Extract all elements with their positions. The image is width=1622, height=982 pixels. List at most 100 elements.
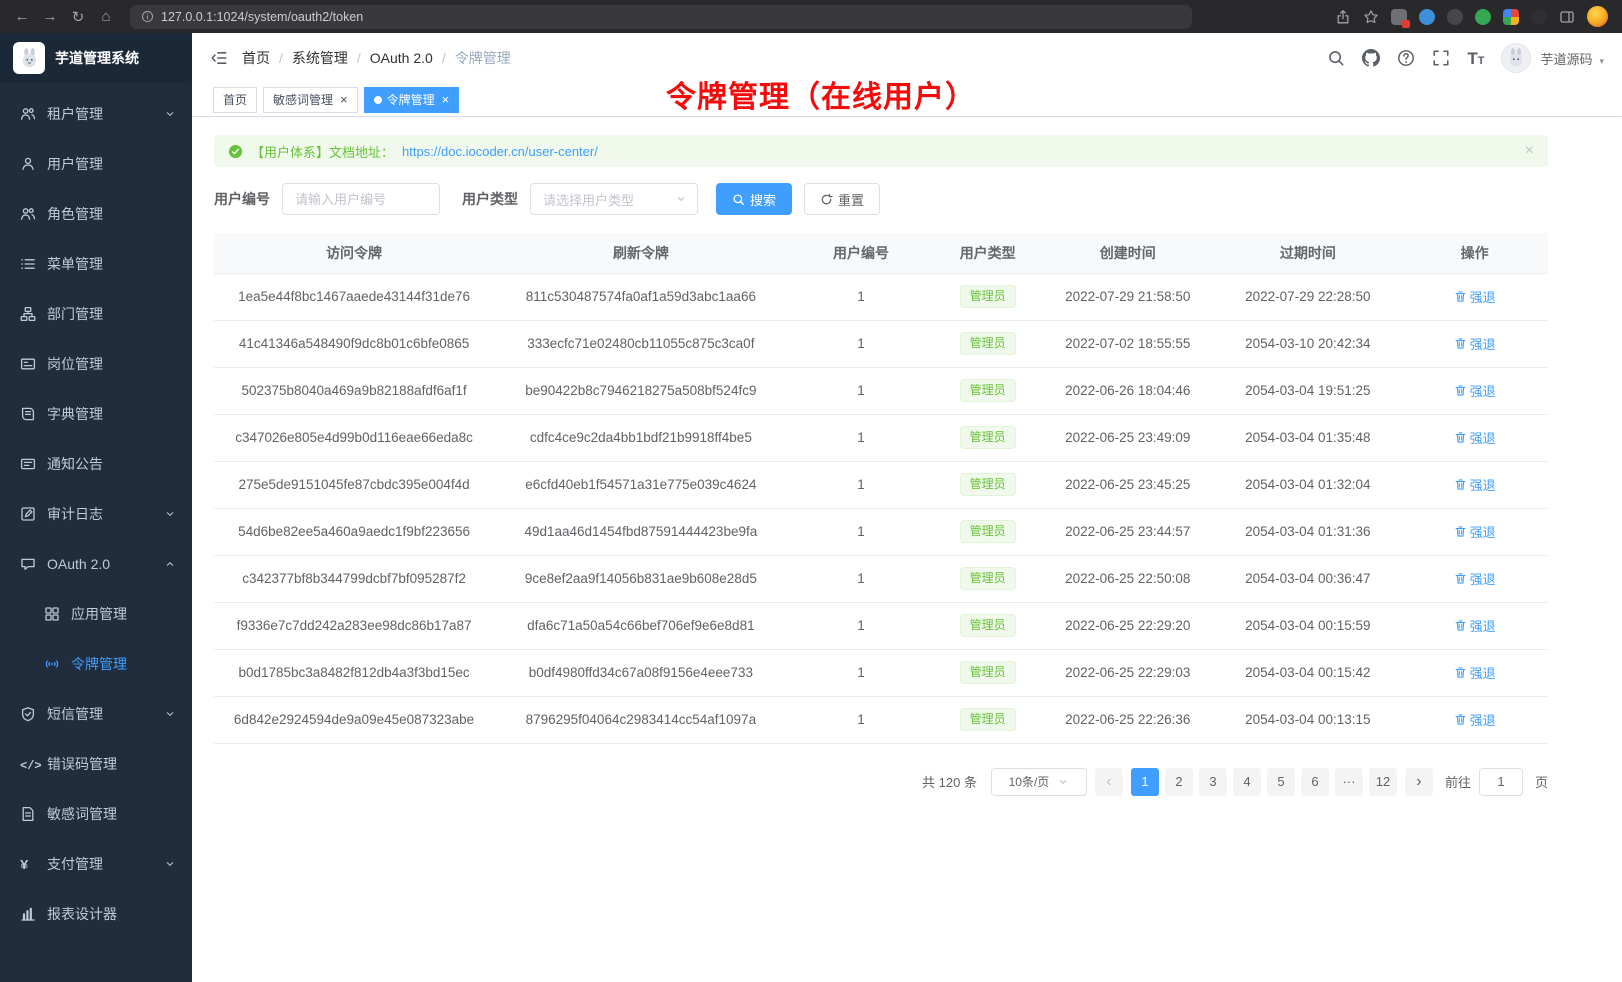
github-icon[interactable] <box>1362 49 1380 67</box>
tab-sensitive-word[interactable]: 敏感词管理 × <box>263 87 358 113</box>
sidebar-item-pay[interactable]: ¥ 支付管理 <box>0 839 192 889</box>
table-row: 275e5de9151045fe87cbdc395e004f4d e6cfd40… <box>214 461 1548 508</box>
column-header: 用户类型 <box>934 233 1041 273</box>
force-logout-button[interactable]: 强退 <box>1454 522 1496 541</box>
prev-page-button[interactable]: ‹ <box>1095 768 1123 796</box>
sidebar-item-role[interactable]: 角色管理 <box>0 189 192 239</box>
help-icon[interactable] <box>1397 49 1415 67</box>
force-logout-button[interactable]: 强退 <box>1454 428 1496 447</box>
page-button-more[interactable]: ··· <box>1335 768 1363 796</box>
sidebar-item-notice[interactable]: 通知公告 <box>0 439 192 489</box>
force-logout-button[interactable]: 强退 <box>1454 663 1496 682</box>
total-count: 共 120 条 <box>922 772 977 791</box>
home-icon[interactable]: ⌂ <box>94 5 118 29</box>
page-button-1[interactable]: 1 <box>1131 768 1159 796</box>
sidebar-item-audit-log[interactable]: 审计日志 <box>0 489 192 539</box>
cell-access-token: 41c41346a548490f9dc8b01c6bfe0865 <box>214 320 494 367</box>
sidebar-item-oauth2[interactable]: OAuth 2.0 <box>0 539 192 589</box>
user-avatar[interactable] <box>1501 43 1531 73</box>
site-info-icon[interactable] <box>141 10 154 23</box>
sidebar-item-dict[interactable]: 字典管理 <box>0 389 192 439</box>
sidebar-item-label: 令牌管理 <box>71 654 176 674</box>
reset-button[interactable]: 重置 <box>804 183 880 215</box>
page-size-select[interactable]: 10条/页 <box>991 768 1087 796</box>
page-button-4[interactable]: 4 <box>1233 768 1261 796</box>
force-logout-button[interactable]: 强退 <box>1454 710 1496 729</box>
breadcrumb-item[interactable]: 首页 <box>242 48 270 68</box>
cell-user-id: 1 <box>788 555 935 602</box>
sidebar-menu: 租户管理 用户管理 角色管理 菜单管理 部门管理 岗位管理 字典管理 通知公告 <box>0 83 192 982</box>
force-logout-button[interactable]: 强退 <box>1454 334 1496 353</box>
sidebar-fold-icon[interactable] <box>210 49 228 67</box>
sidebar-item-tenant[interactable]: 租户管理 <box>0 89 192 139</box>
doc-link[interactable]: https://doc.iocoder.cn/user-center/ <box>402 144 598 159</box>
sidebar-item-sms[interactable]: 短信管理 <box>0 689 192 739</box>
back-icon[interactable]: ← <box>10 5 34 29</box>
force-logout-button[interactable]: 强退 <box>1454 381 1496 400</box>
app-logo[interactable]: 芋道管理系统 <box>0 33 192 83</box>
yen-icon: ¥ <box>20 856 36 872</box>
page-button-5[interactable]: 5 <box>1267 768 1295 796</box>
page-button-2[interactable]: 2 <box>1165 768 1193 796</box>
user-type-badge: 管理员 <box>960 473 1016 496</box>
force-logout-button[interactable]: 强退 <box>1454 287 1496 306</box>
close-icon[interactable]: × <box>1525 143 1534 159</box>
forward-icon[interactable]: → <box>38 5 62 29</box>
sidebar-item-sensitive-word[interactable]: 敏感词管理 <box>0 789 192 839</box>
trash-icon <box>1454 619 1467 632</box>
user-type-select[interactable]: 请选择用户类型 <box>530 183 698 215</box>
sidebar-item-report-designer[interactable]: 报表设计器 <box>0 889 192 939</box>
app-title: 芋道管理系统 <box>55 48 139 68</box>
user-id-input[interactable] <box>282 183 440 215</box>
extension-icon[interactable] <box>1447 9 1463 25</box>
tab-oauth2-token[interactable]: 令牌管理 × <box>364 87 460 113</box>
cell-refresh-token: 8796295f04064c2983414cc54af1097a <box>494 696 787 743</box>
chevron-down-icon <box>1057 776 1069 788</box>
sidebar-item-error-code[interactable]: </> 错误码管理 <box>0 739 192 789</box>
extension-icon[interactable] <box>1531 9 1547 25</box>
side-panel-icon[interactable] <box>1559 9 1575 25</box>
address-bar[interactable]: 127.0.0.1:1024/system/oauth2/token <box>130 5 1192 29</box>
extension-icon[interactable] <box>1475 9 1491 25</box>
code-icon: </> <box>20 756 36 772</box>
page-button-6[interactable]: 6 <box>1301 768 1329 796</box>
close-icon[interactable]: × <box>340 93 348 106</box>
table-row: 41c41346a548490f9dc8b01c6bfe0865 333ecfc… <box>214 320 1548 367</box>
browser-profile-avatar[interactable] <box>1587 6 1608 27</box>
extension-icon[interactable] <box>1391 9 1407 25</box>
page-button-3[interactable]: 3 <box>1199 768 1227 796</box>
trash-icon <box>1454 666 1467 679</box>
user-icon <box>20 156 36 172</box>
sidebar-item-post[interactable]: 岗位管理 <box>0 339 192 389</box>
sidebar-item-dept[interactable]: 部门管理 <box>0 289 192 339</box>
sidebar-item-oauth2-token[interactable]: 令牌管理 <box>0 639 192 689</box>
reload-icon[interactable]: ↻ <box>66 5 90 29</box>
user-type-badge: 管理员 <box>960 661 1016 684</box>
search-button[interactable]: 搜索 <box>716 183 792 215</box>
breadcrumb-item[interactable]: 系统管理 <box>292 48 348 68</box>
force-logout-button[interactable]: 强退 <box>1454 475 1496 494</box>
search-icon[interactable] <box>1327 49 1345 67</box>
breadcrumb-item[interactable]: OAuth 2.0 <box>370 50 433 66</box>
close-icon[interactable]: × <box>442 93 450 106</box>
force-logout-button[interactable]: 强退 <box>1454 616 1496 635</box>
next-page-button[interactable]: › <box>1405 768 1433 796</box>
bookmark-star-icon[interactable] <box>1363 9 1379 25</box>
force-logout-button[interactable]: 强退 <box>1454 569 1496 588</box>
sidebar-item-menu[interactable]: 菜单管理 <box>0 239 192 289</box>
sidebar-item-user[interactable]: 用户管理 <box>0 139 192 189</box>
fullscreen-icon[interactable] <box>1432 49 1450 67</box>
sidebar-item-oauth2-app[interactable]: 应用管理 <box>0 589 192 639</box>
username[interactable]: 芋道源码 <box>1540 49 1592 68</box>
megaphone-icon <box>20 456 36 472</box>
font-size-icon[interactable]: TT <box>1467 49 1484 67</box>
extension-icon[interactable] <box>1419 9 1435 25</box>
page-button-12[interactable]: 12 <box>1369 768 1397 796</box>
user-type-badge: 管理员 <box>960 520 1016 543</box>
tab-home[interactable]: 首页 <box>213 87 257 113</box>
goto-page-input[interactable] <box>1479 768 1523 796</box>
extension-icon[interactable] <box>1503 9 1519 25</box>
rabbit-logo-icon <box>13 42 45 74</box>
app-window: 芋道管理系统 租户管理 用户管理 角色管理 菜单管理 部门管理 岗位管理 字典管… <box>0 33 1622 982</box>
share-icon[interactable] <box>1335 9 1351 25</box>
